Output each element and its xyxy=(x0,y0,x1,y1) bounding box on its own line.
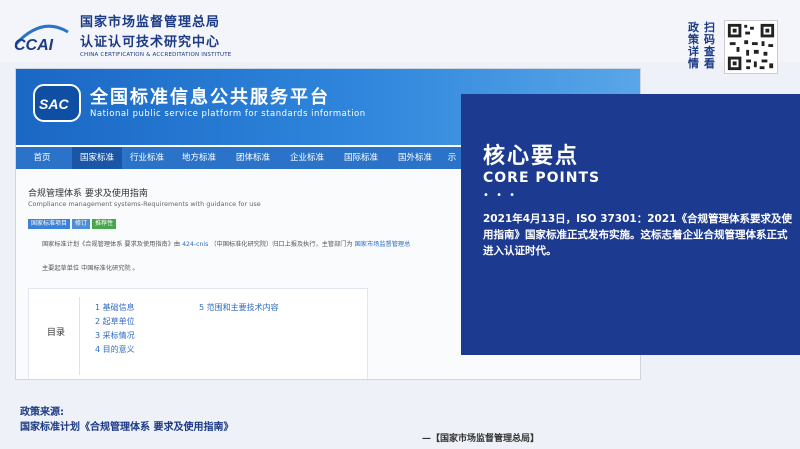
nav-industry-standards[interactable]: 行业标准 xyxy=(122,147,172,169)
org-line1: 国家市场监督管理总局 xyxy=(80,15,221,30)
core-points-panel: 核心要点 CORE POINTS • • • 2021年4月13日，ISO 37… xyxy=(461,94,800,355)
nav-home[interactable]: 首页 xyxy=(22,147,62,169)
core-dots: • • • xyxy=(483,190,518,201)
link-authority[interactable]: 国家市场监督管理总 xyxy=(355,241,411,248)
nav-international-standards[interactable]: 国际标准 xyxy=(336,147,386,169)
doc-subtitle: Compliance management systems-Requiremen… xyxy=(28,200,261,208)
toc-label: 目录 xyxy=(47,328,66,338)
qr-code-icon[interactable] xyxy=(724,20,778,74)
doc-tags: 国家标准项目 修订 推荐性 xyxy=(28,210,118,229)
scan-label-col2: 扫码查看 xyxy=(704,21,715,70)
tag-recommended: 推荐性 xyxy=(92,219,117,229)
footer-org: —【国家市场监督管理总局】 xyxy=(422,434,540,444)
table-of-contents: 目录 1 基础信息 2 起草单位 3 采标情况 4 目的意义 5 范围和主要技术… xyxy=(28,288,368,379)
ccai-logo-icon: CCAI xyxy=(14,24,69,54)
org-english: CHINA CERTIFICATION & ACCREDITATION INST… xyxy=(80,52,232,58)
nav-foreign-standards[interactable]: 国外标准 xyxy=(390,147,440,169)
tag-national-project: 国家标准项目 xyxy=(28,219,71,229)
header: CCAI 国家市场监督管理总局 认证认可技术研究中心 CHINA CERTIFI… xyxy=(0,0,800,74)
tag-revision: 修订 xyxy=(72,219,91,229)
org-line2: 认证认可技术研究中心 xyxy=(80,35,221,50)
toc-item-scope[interactable]: 5 范围和主要技术内容 xyxy=(199,302,279,313)
nav-local-standards[interactable]: 地方标准 xyxy=(174,147,224,169)
drafting-unit-text: 主要起草单位 中国标准化研究院 。 xyxy=(42,265,139,272)
svg-text:SAC: SAC xyxy=(39,96,69,112)
core-subtitle: CORE POINTS xyxy=(483,170,601,186)
doc-description: 国家标准计划《合规管理体系 要求及使用指南》由 424-cnis （中国标准化研… xyxy=(42,239,410,248)
source-label: 政策来源: xyxy=(20,407,64,418)
svg-text:CCAI: CCAI xyxy=(14,37,54,54)
doc-title: 合规管理体系 要求及使用指南 xyxy=(28,189,148,199)
nav-more[interactable]: 示 xyxy=(444,147,460,169)
desc-text-b: （中国标准化研究院）归口上报及执行，主管部门为 xyxy=(210,241,353,248)
toc-item-purpose[interactable]: 4 目的意义 xyxy=(95,344,135,355)
scan-label-col1: 政策详情 xyxy=(688,21,699,70)
desc-text-a: 国家标准计划《合规管理体系 要求及使用指南》由 xyxy=(42,241,181,248)
sac-logo-icon: SAC xyxy=(33,84,81,122)
nav-national-standards[interactable]: 国家标准 xyxy=(72,147,122,169)
nav-enterprise-standards[interactable]: 企业标准 xyxy=(282,147,332,169)
nav-group-standards[interactable]: 团体标准 xyxy=(228,147,278,169)
toc-divider xyxy=(79,297,80,375)
org-name: 国家市场监督管理总局 认证认可技术研究中心 CHINA CERTIFICATIO… xyxy=(80,11,231,58)
portal-subtitle: National public service platform for sta… xyxy=(90,109,366,119)
portal-title: 全国标准信息公共服务平台 xyxy=(90,87,330,108)
toc-item-basic-info[interactable]: 1 基础信息 xyxy=(95,302,135,313)
link-424-cnis[interactable]: 424-cnis xyxy=(182,241,208,248)
core-body: 2021年4月13日，ISO 37301：2021《合规管理体系要求及使用指南》… xyxy=(483,213,792,257)
toc-item-adoption[interactable]: 3 采标情况 xyxy=(95,330,135,341)
core-title: 核心要点 xyxy=(483,144,580,169)
toc-item-drafting-unit[interactable]: 2 起草单位 xyxy=(95,316,135,327)
source-text: 国家标准计划《合规管理体系 要求及使用指南》 xyxy=(20,422,234,433)
